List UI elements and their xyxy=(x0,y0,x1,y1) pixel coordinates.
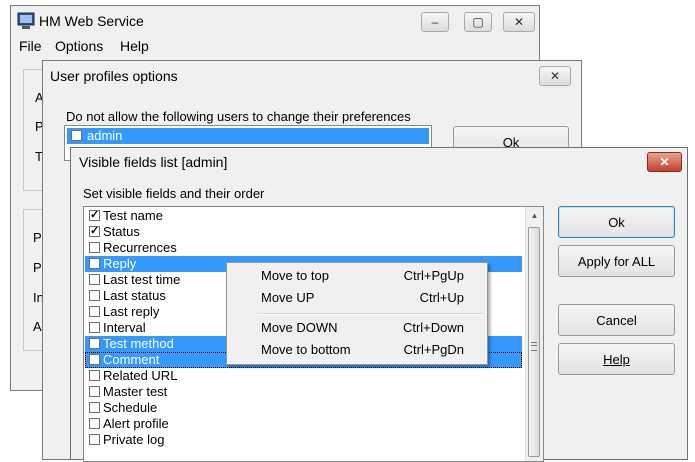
thumb-grip-icon xyxy=(531,342,537,351)
menu-file[interactable]: File xyxy=(19,38,42,54)
close-icon: ✕ xyxy=(513,15,525,29)
fields-ok-label: Ok xyxy=(608,215,625,230)
field-checkbox[interactable] xyxy=(89,242,100,253)
help-button[interactable]: Help xyxy=(558,343,675,375)
field-label: Schedule xyxy=(103,400,158,415)
menu-separator xyxy=(257,313,483,315)
menu-help[interactable]: Help xyxy=(120,38,149,54)
apply-for-all-label: Apply for ALL xyxy=(577,254,656,269)
menu-item-move-down[interactable]: Move DOWN Ctrl+Down xyxy=(230,317,484,338)
main-label-p2: P xyxy=(33,230,42,245)
field-label: Status xyxy=(103,224,140,239)
menu-options[interactable]: Options xyxy=(55,38,103,54)
field-label: Last reply xyxy=(103,304,160,319)
fields-dialog-title: Visible fields list [admin] xyxy=(79,154,228,170)
fields-label: Set visible fields and their order xyxy=(83,186,265,201)
main-label-a2: A xyxy=(33,319,42,334)
context-menu: Move to top Ctrl+PgUp Move UP Ctrl+Up Mo… xyxy=(226,262,488,365)
menu-item-shortcut: Ctrl+PgUp xyxy=(403,268,464,283)
user-row-admin[interactable]: admin xyxy=(67,128,429,144)
profiles-dialog-title: User profiles options xyxy=(50,68,178,84)
field-label: Private log xyxy=(103,432,165,447)
field-row[interactable]: Private log xyxy=(85,432,522,448)
scroll-up-arrow-icon[interactable]: ▲ xyxy=(526,207,543,224)
fields-close-button[interactable]: ✕ xyxy=(647,152,682,172)
field-row[interactable]: Master test xyxy=(85,384,522,400)
field-label: Related URL xyxy=(103,368,178,383)
main-close-button[interactable]: ✕ xyxy=(503,12,535,32)
profiles-close-button[interactable]: ✕ xyxy=(539,66,571,86)
scrollbar-thumb[interactable] xyxy=(528,227,540,457)
close-icon: ✕ xyxy=(549,69,561,83)
field-row[interactable]: Related URL xyxy=(85,368,522,384)
field-checkbox[interactable] xyxy=(89,322,100,333)
field-row[interactable]: Alert profile xyxy=(85,416,522,432)
fields-ok-button[interactable]: Ok xyxy=(558,206,675,238)
field-label: Reply xyxy=(103,256,137,271)
field-checkbox[interactable] xyxy=(89,418,100,429)
field-label: Recurrences xyxy=(103,240,177,255)
profiles-titlebar[interactable]: User profiles options ✕ xyxy=(43,61,581,91)
field-checkbox[interactable] xyxy=(89,274,100,285)
cancel-button[interactable]: Cancel xyxy=(558,304,675,336)
field-checkbox[interactable] xyxy=(89,290,100,301)
field-label: Test name xyxy=(103,208,163,223)
maximize-icon: ▢ xyxy=(472,15,484,29)
menu-item-label: Move to top xyxy=(261,268,329,283)
field-label: Last status xyxy=(103,288,166,303)
field-row[interactable]: ✓ Status xyxy=(85,224,522,240)
field-checkbox[interactable] xyxy=(89,386,100,397)
main-window-title: HM Web Service xyxy=(39,13,144,29)
field-row[interactable]: Recurrences xyxy=(85,240,522,256)
field-checkbox[interactable] xyxy=(89,370,100,381)
field-label: Alert profile xyxy=(103,416,169,431)
field-checkbox[interactable]: ✓ xyxy=(89,258,100,269)
menu-item-shortcut: Ctrl+Down xyxy=(402,320,464,335)
user-name: admin xyxy=(87,128,123,143)
field-label: Master test xyxy=(103,384,168,399)
fields-titlebar[interactable]: Visible fields list [admin] ✕ xyxy=(71,148,687,178)
menu-item-shortcut: Ctrl+Up xyxy=(419,290,464,305)
field-row[interactable]: Schedule xyxy=(85,400,522,416)
minimize-button[interactable]: – xyxy=(421,12,449,32)
field-label: Interval xyxy=(103,320,146,335)
close-icon: ✕ xyxy=(659,155,670,169)
field-checkbox[interactable]: ✓ xyxy=(89,338,100,349)
menu-item-label: Move to bottom xyxy=(261,342,351,357)
main-titlebar[interactable]: HM Web Service – ▢ ✕ xyxy=(11,6,539,36)
cancel-label: Cancel xyxy=(596,313,637,328)
menu-item-label: Move DOWN xyxy=(261,320,338,335)
menu-item-shortcut: Ctrl+PgDn xyxy=(403,342,464,357)
profiles-label: Do not allow the following users to chan… xyxy=(66,109,411,124)
field-label: Comment xyxy=(103,352,160,367)
field-label: Last test time xyxy=(103,272,181,287)
field-checkbox[interactable] xyxy=(89,402,100,413)
menu-item-move-up[interactable]: Move UP Ctrl+Up xyxy=(230,287,484,308)
app-icon xyxy=(17,12,35,29)
apply-for-all-button[interactable]: Apply for ALL xyxy=(558,245,675,277)
user-checkbox[interactable] xyxy=(71,130,82,141)
menu-item-move-to-top[interactable]: Move to top Ctrl+PgUp xyxy=(230,265,484,286)
field-row[interactable]: ✓ Test name xyxy=(85,208,522,224)
help-label: Help xyxy=(603,352,630,367)
main-label-p3: P xyxy=(33,260,42,275)
field-checkbox[interactable]: ✓ xyxy=(89,226,100,237)
minimize-icon: – xyxy=(431,15,439,29)
field-checkbox[interactable]: ✓ xyxy=(89,354,100,365)
field-checkbox[interactable] xyxy=(89,434,100,445)
field-label: Test method xyxy=(103,336,174,351)
menu-item-move-to-bottom[interactable]: Move to bottom Ctrl+PgDn xyxy=(230,339,484,360)
fields-scrollbar[interactable]: ▲ xyxy=(525,207,543,461)
field-checkbox[interactable] xyxy=(89,306,100,317)
maximize-button[interactable]: ▢ xyxy=(464,12,492,32)
field-checkbox[interactable]: ✓ xyxy=(89,210,100,221)
menu-item-label: Move UP xyxy=(261,290,315,305)
